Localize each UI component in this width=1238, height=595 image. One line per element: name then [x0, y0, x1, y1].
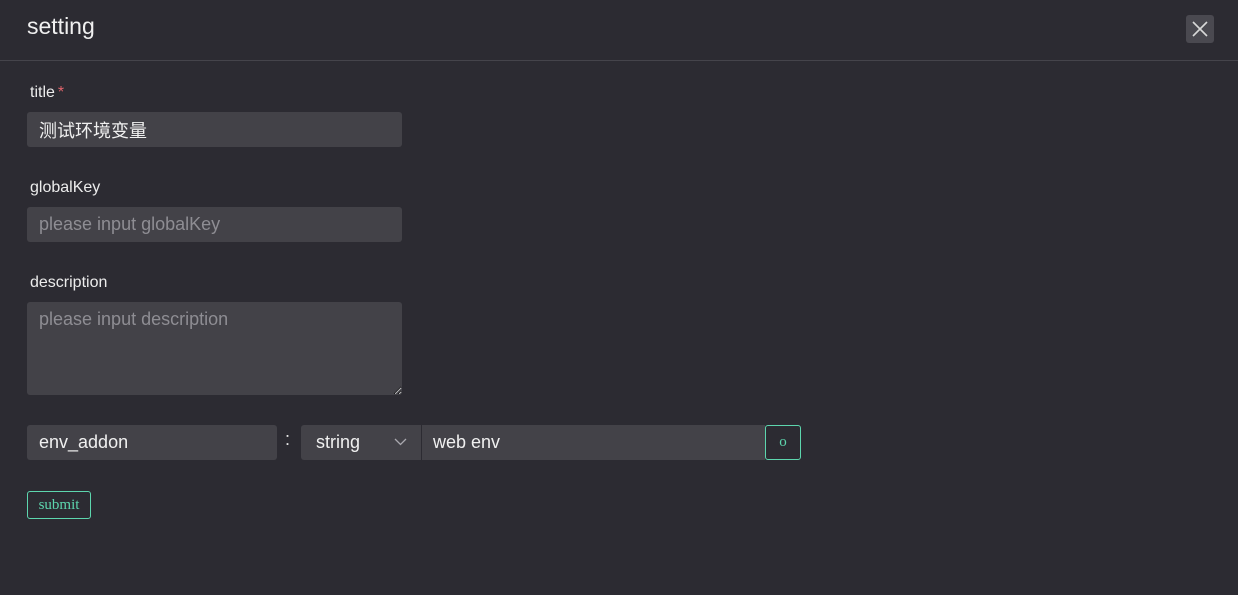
title-label-text: title: [30, 84, 55, 101]
env-key-input[interactable]: env_addon: [27, 425, 277, 460]
env-type-selected: string: [316, 432, 361, 452]
title-label: title *: [30, 84, 64, 102]
env-action-button[interactable]: o: [765, 425, 801, 460]
title-input[interactable]: [27, 112, 402, 147]
close-button[interactable]: [1186, 15, 1214, 43]
env-separator: :: [285, 429, 291, 449]
env-value-input[interactable]: web env: [422, 425, 765, 460]
chevron-down-icon: [394, 438, 407, 446]
close-icon: [1192, 21, 1208, 37]
description-textarea[interactable]: [27, 302, 402, 395]
dialog-header: setting: [0, 0, 1238, 61]
env-type-select[interactable]: string: [301, 425, 421, 460]
global-key-input[interactable]: [27, 207, 402, 242]
global-key-label: globalKey: [30, 179, 101, 196]
submit-button[interactable]: submit: [27, 491, 91, 519]
dialog-title: setting: [27, 13, 95, 39]
description-label: description: [30, 274, 108, 291]
required-mark: *: [57, 84, 65, 101]
